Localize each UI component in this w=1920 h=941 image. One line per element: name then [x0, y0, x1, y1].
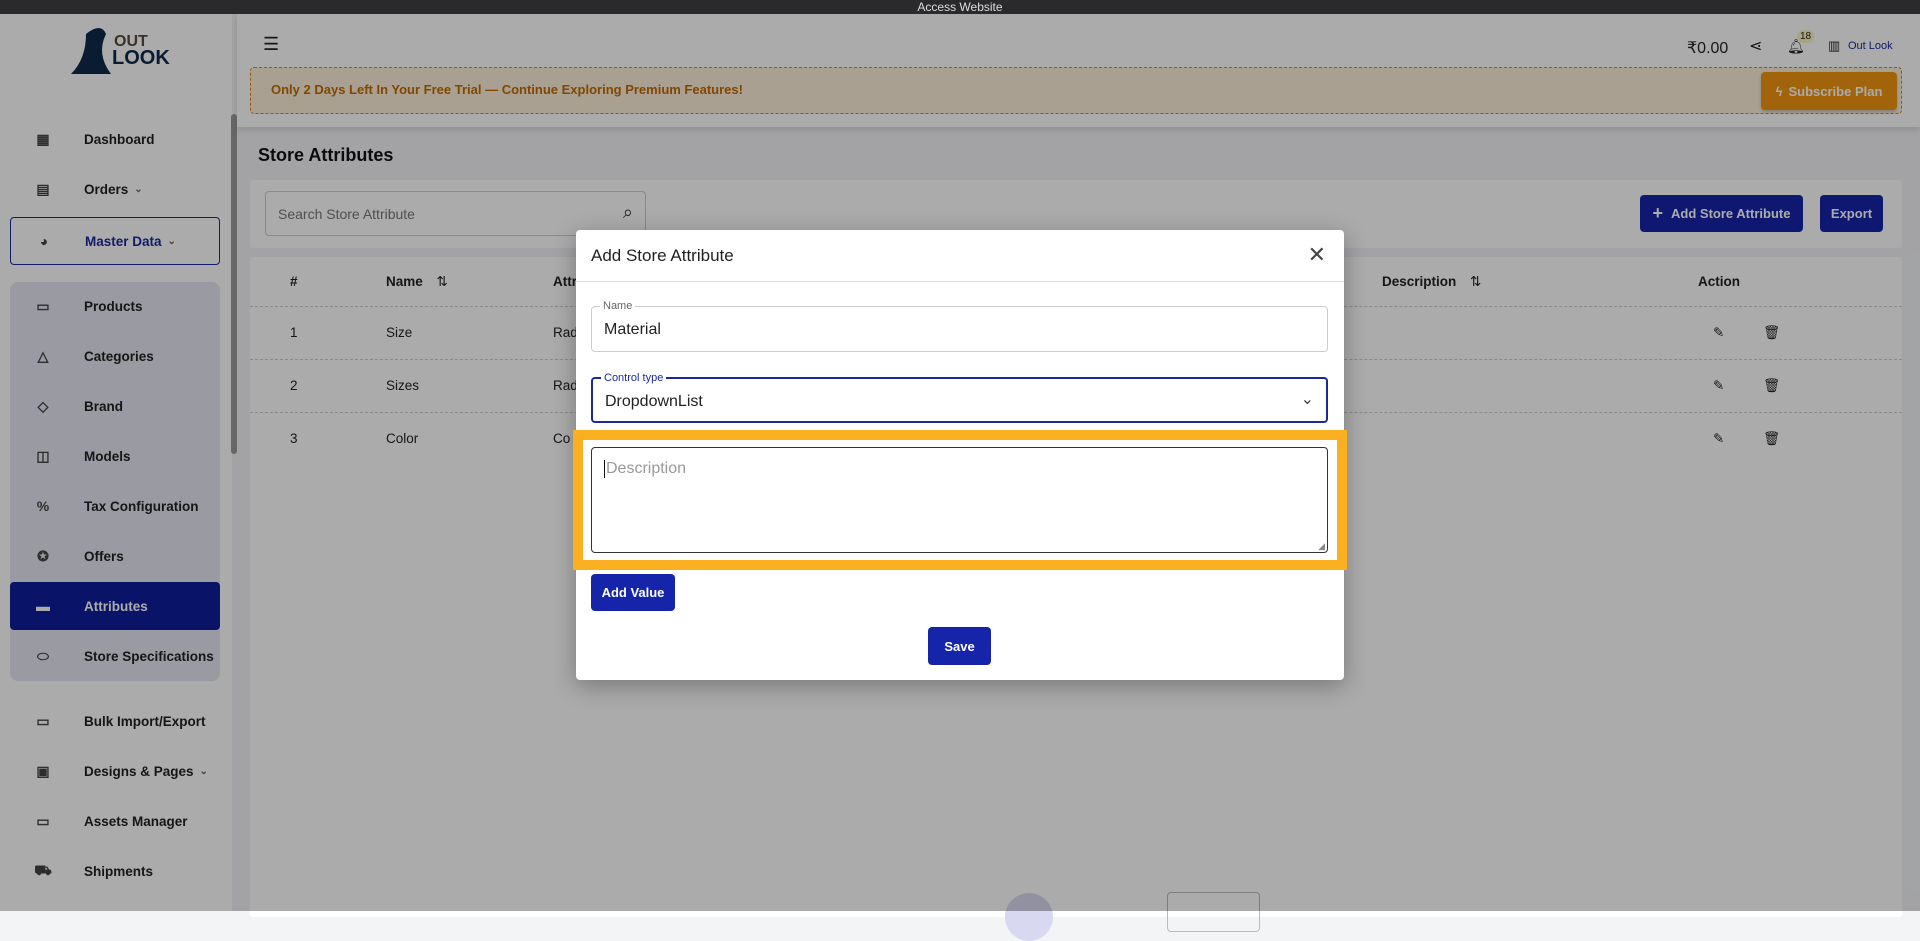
modal-title: Add Store Attribute [591, 246, 734, 266]
access-website-link[interactable]: Access Website [917, 0, 1002, 14]
highlight-annotation [573, 430, 1347, 570]
name-value: Material [604, 321, 661, 339]
control-type-label: Control type [601, 372, 666, 384]
chevron-down-icon[interactable]: ⌄ [1301, 389, 1314, 409]
close-icon[interactable]: ✕ [1308, 242, 1326, 268]
control-type-value: DropdownList [605, 393, 703, 411]
add-value-button[interactable]: Add Value [591, 574, 675, 611]
access-website-bar[interactable]: Access Website [0, 0, 1920, 14]
control-type-select[interactable]: Control type DropdownList ⌄ [591, 377, 1328, 423]
save-button[interactable]: Save [928, 627, 991, 665]
name-label: Name [600, 300, 635, 312]
name-field[interactable]: Name Material [591, 306, 1328, 352]
